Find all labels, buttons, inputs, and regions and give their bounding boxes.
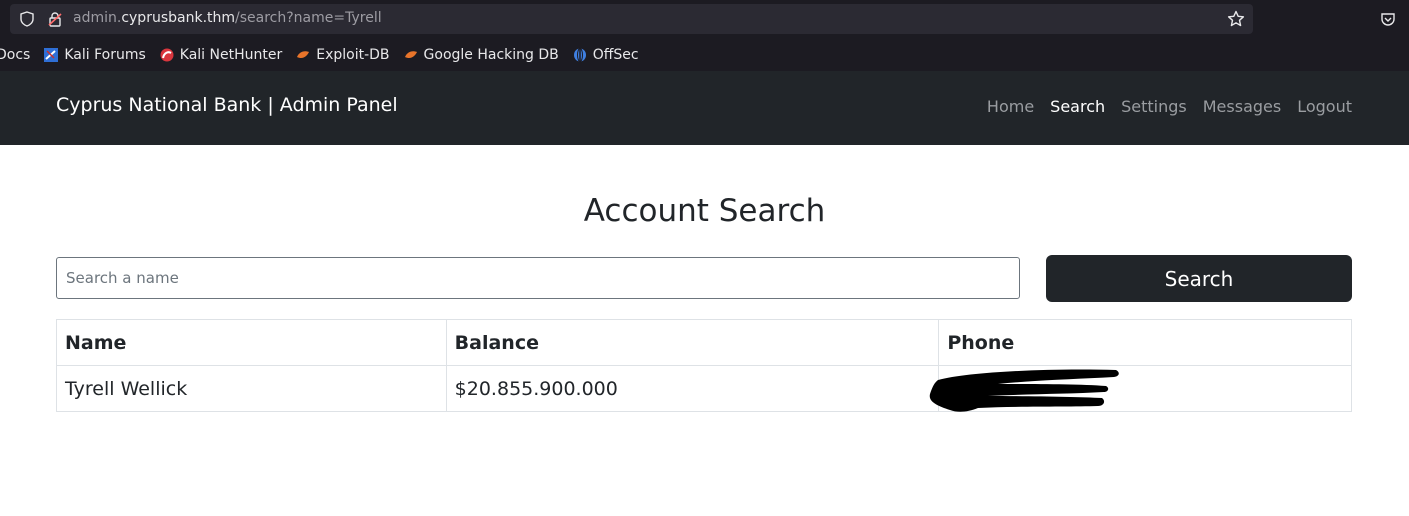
bookmark-google-hacking-db[interactable]: Google Hacking DB xyxy=(404,47,559,63)
nav-link-home[interactable]: Home xyxy=(987,97,1034,116)
bookmark-label: Kali NetHunter xyxy=(179,47,283,63)
exploit-db-icon xyxy=(297,51,310,59)
cell-name: Tyrell Wellick xyxy=(56,365,447,412)
results-table: Name Balance Phone Tyrell Wellick $20.85… xyxy=(56,319,1352,412)
address-bar[interactable]: admin.cyprusbank.thm/search?name=Tyrell xyxy=(10,4,1253,34)
bookmark-label: Kali Forums xyxy=(64,47,146,63)
cell-balance: $20.855.900.000 xyxy=(445,365,940,412)
browser-chrome: admin.cyprusbank.thm/search?name=Tyrell … xyxy=(0,0,1409,71)
table-row: Tyrell Wellick $20.855.900.000 xyxy=(56,365,1352,412)
bookmark-label: Docs xyxy=(0,47,31,63)
bookmark-kali-nethunter[interactable]: Kali NetHunter xyxy=(160,47,282,63)
nav-links: Home Search Settings Messages Logout xyxy=(987,97,1409,116)
redaction-scribble xyxy=(929,369,1119,412)
bookmark-docs[interactable]: Docs xyxy=(0,47,30,63)
bookmark-exploit-db[interactable]: Exploit-DB xyxy=(296,47,390,63)
kali-nethunter-icon xyxy=(160,48,174,62)
search-input[interactable] xyxy=(56,257,1020,299)
bookmarks-bar: Docs Kali Forums Kali NetHunter Exploit-… xyxy=(0,44,653,66)
bookmark-kali-forums[interactable]: Kali Forums xyxy=(44,47,146,63)
bookmark-offsec[interactable]: OffSec xyxy=(573,47,639,63)
app-navbar: Cyprus National Bank | Admin Panel Home … xyxy=(0,71,1409,145)
url-text[interactable]: admin.cyprusbank.thm/search?name=Tyrell xyxy=(73,10,382,26)
insecure-lock-icon[interactable] xyxy=(47,11,63,27)
navbar-brand[interactable]: Cyprus National Bank | Admin Panel xyxy=(56,94,398,116)
column-header-name: Name xyxy=(56,319,447,366)
offsec-icon xyxy=(573,48,586,62)
column-header-phone: Phone xyxy=(938,319,1352,366)
bookmark-star-icon[interactable] xyxy=(1227,10,1245,28)
bookmark-label: OffSec xyxy=(592,47,639,63)
page-title: Account Search xyxy=(583,193,826,229)
url-path: /search?name=Tyrell xyxy=(235,10,382,26)
search-button[interactable]: Search xyxy=(1046,255,1352,302)
url-host: cyprusbank.thm xyxy=(121,10,236,26)
nav-link-search[interactable]: Search xyxy=(1050,97,1105,116)
shield-icon[interactable] xyxy=(19,11,35,27)
pocket-icon[interactable] xyxy=(1380,11,1396,27)
nav-link-messages[interactable]: Messages xyxy=(1203,97,1281,116)
nav-link-logout[interactable]: Logout xyxy=(1297,97,1352,116)
nav-link-settings[interactable]: Settings xyxy=(1121,97,1187,116)
url-prefix: admin. xyxy=(73,10,122,26)
table-header-row: Name Balance Phone xyxy=(56,319,1352,366)
ghdb-icon xyxy=(404,51,417,59)
column-header-balance: Balance xyxy=(445,319,940,366)
bookmark-label: Google Hacking DB xyxy=(423,47,559,63)
kali-forums-icon xyxy=(44,48,59,62)
bookmark-label: Exploit-DB xyxy=(316,47,390,63)
